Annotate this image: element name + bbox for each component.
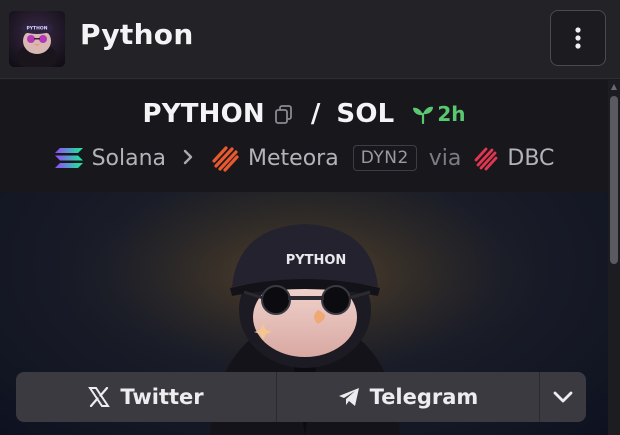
app-title: Python <box>80 18 194 51</box>
network-name[interactable]: Solana <box>92 146 166 171</box>
avatar-cap-text: PYTHON <box>27 26 48 32</box>
twitter-label: Twitter <box>120 385 204 409</box>
scroll-up-arrow-icon[interactable]: ▲ <box>610 82 618 92</box>
x-logo-icon <box>88 387 111 407</box>
twitter-button[interactable]: Twitter <box>16 372 277 422</box>
token-avatar: PYTHON <box>9 11 65 67</box>
pair-age: 2h <box>412 102 466 126</box>
expand-socials-button[interactable] <box>540 372 586 422</box>
chain-breadcrumb: Solana Meteora DYN2 via DBC <box>0 142 608 174</box>
pair-title: PYTHON / SOL 2h <box>0 96 608 132</box>
meteora-icon <box>212 146 239 172</box>
cap-text: PYTHON <box>286 253 347 268</box>
dbc-icon <box>475 147 498 171</box>
sprout-icon <box>413 106 434 124</box>
vertical-dots-icon <box>575 27 581 49</box>
solana-icon <box>54 148 83 168</box>
telegram-label: Telegram <box>369 385 479 409</box>
copy-icon[interactable] <box>273 103 295 125</box>
breadcrumb-chevron-icon <box>182 146 194 171</box>
more-options-button[interactable] <box>550 10 606 66</box>
dex-name[interactable]: Meteora <box>248 146 339 171</box>
pair-age-text: 2h <box>437 102 466 126</box>
pair-separator: / <box>310 99 321 129</box>
pair-info-panel: PYTHON / SOL 2h Solana Meteora DYN2 via … <box>0 80 608 192</box>
telegram-button[interactable]: Telegram <box>277 372 540 422</box>
launchpad-name: DBC <box>507 145 555 171</box>
top-header: PYTHON Python <box>0 0 620 79</box>
via-label: via <box>428 145 462 171</box>
social-links-bar: Twitter Telegram <box>16 372 586 422</box>
scrollbar-thumb[interactable] <box>610 96 618 264</box>
chevron-down-icon <box>553 391 573 403</box>
quote-symbol: SOL <box>336 99 395 129</box>
base-symbol: PYTHON <box>142 99 265 129</box>
pool-type-badge: DYN2 <box>352 145 417 171</box>
telegram-icon <box>338 388 359 406</box>
